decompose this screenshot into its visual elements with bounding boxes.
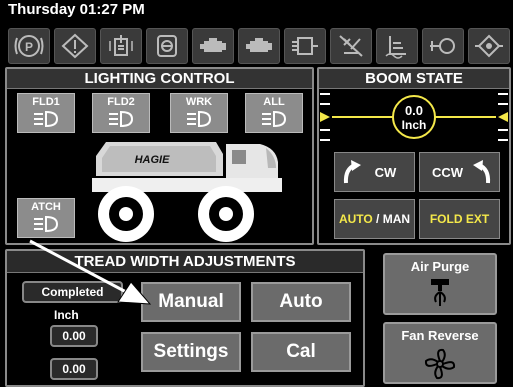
display-screen: Thursday 01:27 PM P LIGHTING CONTROL FLD…	[0, 0, 513, 387]
fan-reverse-label: Fan Reverse	[401, 328, 479, 343]
air-purge-button[interactable]: Air Purge	[383, 253, 497, 315]
air-purge-label: Air Purge	[410, 259, 470, 274]
fan-reverse-button[interactable]: Fan Reverse	[383, 322, 497, 384]
fan-reverse-icon	[424, 348, 456, 380]
air-purge-icon	[431, 279, 449, 306]
